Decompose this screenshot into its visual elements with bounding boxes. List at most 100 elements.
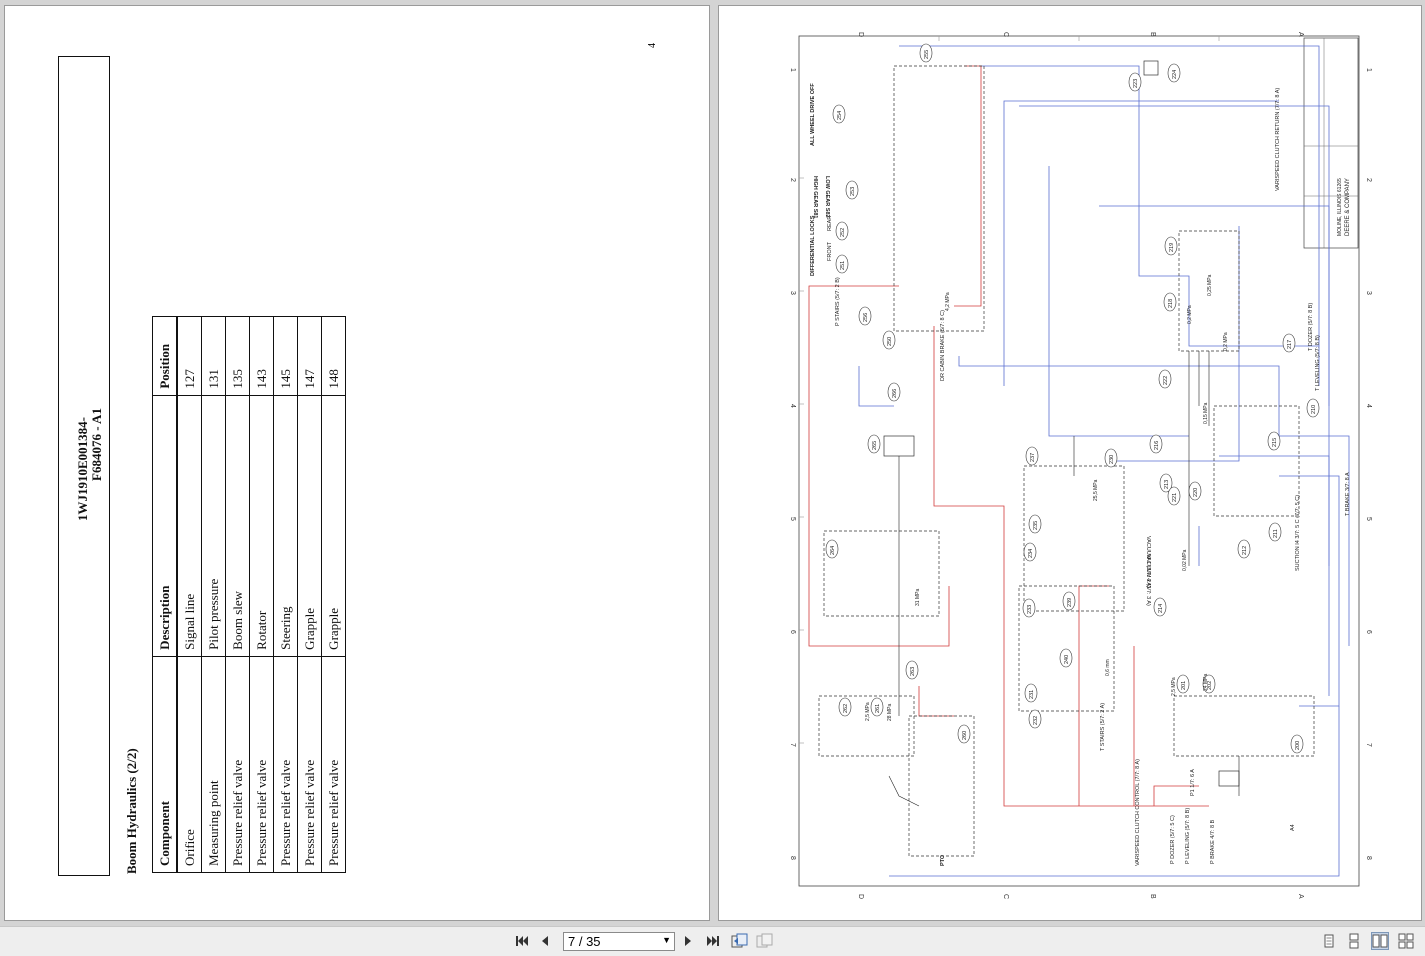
hydraulic-schematic: 2552542532522512562502232242192182222162…: [789, 32, 1372, 899]
pressure-annotation: 0,15 MPa: [1203, 402, 1209, 424]
callout-215: 215: [1267, 431, 1281, 451]
svg-text:220: 220: [1193, 488, 1199, 497]
page-number-select[interactable]: 7 / 35 ▼: [563, 932, 675, 951]
left-document-page: 1WJ1910E001384- F684076 - A1 Boom Hydrau…: [5, 6, 709, 920]
callout-240: 240: [1059, 648, 1073, 668]
callout-250: 250: [882, 330, 896, 350]
callout-201: 201: [1176, 674, 1190, 694]
component-table: Component Description Position Orifice S…: [152, 316, 346, 873]
callout-253: 253: [845, 180, 859, 200]
callout-221: 221: [1167, 486, 1181, 506]
zone-letter-top-b: B: [1149, 32, 1156, 37]
pressure-annotation: 0,6 mm: [1105, 659, 1111, 676]
table-row: Pressure relief valve Boom slew 135: [225, 316, 250, 873]
page-number-value: 7 / 35: [568, 934, 601, 949]
callout-260: 260: [957, 724, 971, 744]
go-back-button[interactable]: [731, 932, 749, 950]
two-page-continuous-icon: [1398, 933, 1414, 949]
svg-text:262: 262: [843, 704, 849, 713]
svg-text:256: 256: [863, 313, 869, 322]
zone-number-7: 7: [789, 743, 796, 747]
pressure-annotation: 24 MPa: [1203, 674, 1209, 691]
view-continuous-button[interactable]: [1345, 932, 1363, 950]
last-page-icon: [707, 936, 719, 946]
pressure-annotation: 4,2 MPa: [945, 292, 951, 311]
zone-letter-bottom-b: B: [1149, 894, 1156, 899]
callout-220: 220: [1188, 481, 1202, 501]
callout-210: 210: [1306, 398, 1320, 418]
callout-bubbles: 255 254 253 252 251 256 250 223 224 219 218 222 216 2…: [825, 43, 1320, 754]
callout-261: 261: [870, 697, 884, 717]
cell-position: 145: [273, 316, 298, 396]
cell-description: Grapple: [297, 395, 322, 657]
cell-description: Grapple: [321, 395, 346, 657]
pressure-annotation: 0,2 MPa: [1187, 305, 1193, 324]
label-front: FRONT: [827, 241, 833, 261]
first-page-button[interactable]: [514, 932, 530, 950]
zone-number-right-3: 3: [1365, 291, 1372, 295]
viewer-toolbar: 7 / 35 ▼: [0, 926, 1425, 956]
section-title: Boom Hydraulics (2/2): [124, 748, 139, 874]
label-rear: REAR: [827, 216, 833, 231]
svg-text:219: 219: [1169, 243, 1175, 252]
table-row: Orifice Signal line 127: [177, 316, 202, 873]
zone-labels: D C B A D C B A 1 2 3 4 5 6 7 8 1 2 3 4 …: [789, 32, 1372, 899]
svg-text:250: 250: [887, 337, 893, 346]
svg-text:254: 254: [837, 111, 843, 120]
table-header-row: Component Description Position: [152, 316, 177, 873]
zone-letter-bottom-a: A: [1297, 894, 1304, 899]
pressure-annotation: 25,5 MPa: [1093, 479, 1099, 501]
callout-235: 235: [1028, 514, 1042, 534]
document-id-line2: F684076 - A1: [89, 408, 104, 481]
view-two-page-button[interactable]: [1371, 932, 1389, 950]
title-block-company: DEERE & COMPANY: [1345, 178, 1351, 236]
label-p-stairs: P STAIRS (5/7: 2 B): [835, 277, 841, 326]
first-page-icon: [516, 936, 528, 946]
svg-text:237: 237: [1030, 453, 1036, 462]
svg-text:261: 261: [875, 704, 881, 713]
label-low-gear: LOW GEAR S82: [824, 176, 830, 218]
svg-text:233: 233: [1027, 605, 1033, 614]
label-all-wheel: ALL WHEEL DRIVE OFF: [810, 83, 816, 146]
table-row: Pressure relief valve Rotator 143: [249, 316, 274, 873]
label-t-dozer: T DOZER (5/7: 8 B): [1308, 303, 1314, 351]
schematic-labels: DEERE & COMPANY MOLINE, ILLINOIS 61265 D…: [810, 83, 1351, 866]
view-single-page-button[interactable]: [1320, 932, 1338, 950]
svg-text:216: 216: [1154, 441, 1160, 450]
callout-200: 200: [1290, 734, 1304, 754]
cell-component: Pressure relief valve: [321, 656, 346, 873]
label-pto: PTO: [940, 854, 946, 866]
zone-number-4: 4: [789, 404, 796, 408]
cell-component: Pressure relief valve: [225, 656, 250, 873]
svg-text:201: 201: [1181, 681, 1187, 690]
callout-264: 264: [825, 539, 839, 559]
cell-position: 127: [177, 316, 202, 396]
zone-number-right-4: 4: [1365, 404, 1372, 408]
label-t-brake: T BRAKE 3/7: 8 A: [1345, 472, 1351, 516]
previous-page-button[interactable]: [538, 932, 552, 950]
callout-224: 224: [1167, 63, 1181, 83]
label-diff-locks: DIFFERENTIAL LOCKS: [810, 215, 816, 276]
view-two-page-continuous-button[interactable]: [1397, 932, 1415, 950]
chevron-down-icon: ▼: [662, 935, 671, 945]
callout-262: 262: [838, 697, 852, 717]
label-dr-cabin-brake: DR CABIN BRAKE (5/7: 8 C): [940, 310, 946, 381]
callout-232: 232: [1028, 709, 1042, 729]
zone-number-5: 5: [789, 517, 796, 521]
table-row: Pressure relief valve Grapple 147: [297, 316, 322, 873]
svg-text:239: 239: [1067, 598, 1073, 607]
go-forward-button[interactable]: [756, 932, 774, 950]
svg-text:212: 212: [1242, 546, 1248, 555]
callout-219: 219: [1164, 236, 1178, 256]
pressure-annotation: 2,5 MPa: [1171, 677, 1177, 696]
callout-222: 222: [1158, 369, 1172, 389]
label-t-stairs: T STAIRS (5/7: 2 A): [1100, 703, 1106, 751]
svg-text:222: 222: [1163, 376, 1169, 385]
hydraulic-lines-black: [888, 351, 1240, 807]
zone-letter-bottom-c: C: [1002, 894, 1009, 899]
zone-number-right-6: 6: [1365, 630, 1372, 634]
cell-position: 147: [297, 316, 322, 396]
last-page-button[interactable]: [705, 932, 721, 950]
label-p-dozer: P DOZER (5/7: 5 C): [1170, 815, 1176, 864]
next-page-button[interactable]: [681, 932, 695, 950]
